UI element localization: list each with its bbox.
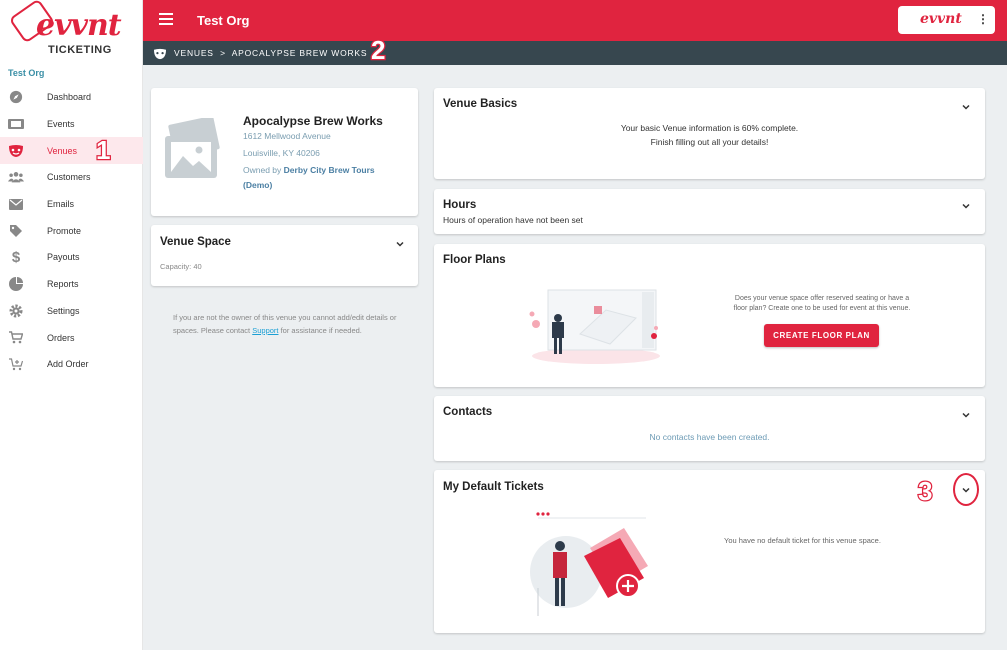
floor-plans-line2: floor plan? Create one to be used for ev… (733, 305, 911, 312)
cart-icon (8, 330, 24, 346)
venue-info-card: Apocalypse Brew Works 1612 Mellwood Aven… (151, 88, 418, 216)
kebab-menu-icon[interactable]: ⋮ (977, 12, 989, 26)
sidebar: evvnt TICKETING Test Org Dashboard Event… (0, 0, 143, 650)
sidebar-item-label: Settings (47, 305, 80, 316)
chevron-down-icon[interactable] (395, 239, 405, 249)
dollar-icon: $ (11, 248, 21, 266)
sidebar-item-label: Add Order (47, 359, 89, 370)
venue-address-line1: 1612 Mellwood Avenue (243, 131, 331, 141)
owner-note-text-end: for assistance if needed. (278, 325, 362, 335)
sidebar-item-promote[interactable]: Promote (0, 217, 143, 244)
sidebar-item-label: Reports (47, 279, 79, 290)
image-placeholder-icon (161, 115, 223, 182)
tag-icon (8, 223, 24, 239)
step-marker-2: 2 (370, 34, 387, 67)
default-tickets-title: My Default Tickets (443, 481, 544, 493)
users-icon (8, 169, 24, 185)
logo-subtitle: TICKETING (48, 44, 112, 56)
default-tickets-card: My Default Tickets 3 You have no default… (434, 470, 985, 633)
sidebar-item-events[interactable]: Events (0, 111, 143, 138)
org-title: Test Org (197, 13, 250, 28)
breadcrumb[interactable]: VENUES > APOCALYPSE BREW WORKS (174, 48, 367, 58)
venue-name: Apocalypse Brew Works (243, 114, 383, 128)
sidebar-item-venues[interactable]: Venues 1 (0, 134, 143, 167)
sidebar-item-add-order[interactable]: Add Order (0, 351, 143, 378)
cart-plus-icon (8, 356, 24, 372)
venue-basics-title: Venue Basics (443, 98, 518, 110)
hours-subtitle: Hours of operation have not been set (443, 215, 583, 225)
floor-plan-illustration (529, 289, 660, 364)
sidebar-item-label: Venues (47, 145, 78, 156)
chevron-down-icon[interactable] (961, 410, 971, 420)
floor-plans-card: Floor Plans Does your venue space offer … (434, 244, 985, 387)
floor-plans-line1: Does your venue space offer reserved sea… (734, 295, 910, 302)
gear-icon (8, 303, 24, 319)
sidebar-item-payouts[interactable]: $ Payouts (0, 244, 143, 271)
sidebar-item-label: Emails (47, 199, 75, 210)
account-menu[interactable]: evvnt ⋮ (898, 6, 995, 34)
hours-title: Hours (443, 199, 477, 211)
owner-note: If you are not the owner of this venue y… (173, 312, 398, 337)
sidebar-item-customers[interactable]: Customers (0, 164, 143, 191)
sidebar-item-label: Dashboard (47, 92, 92, 103)
tickets-illustration (530, 512, 648, 616)
owned-by-prefix: Owned by (243, 165, 284, 175)
logo-text: evvnt (36, 8, 122, 43)
step-marker-1: 1 (95, 134, 112, 167)
ticket-icon (8, 116, 24, 132)
owner-name-suffix[interactable]: (Demo) (243, 180, 272, 190)
envelope-icon (8, 196, 24, 212)
floor-plans-title: Floor Plans (443, 254, 506, 266)
venue-capacity: Capacity: 40 (160, 262, 202, 271)
support-link[interactable]: Support (252, 326, 278, 335)
step-marker-3: 3 (917, 475, 934, 508)
default-tickets-empty-message: You have no default ticket for this venu… (724, 536, 881, 545)
breadcrumb-bar: VENUES > APOCALYPSE BREW WORKS 2 (143, 34, 1007, 66)
compass-icon (8, 89, 24, 105)
venue-basics-card[interactable]: Venue Basics Your basic Venue informatio… (434, 88, 985, 179)
evvnt-logo[interactable]: evvnt TICKETING (8, 0, 136, 60)
contacts-title: Contacts (443, 406, 493, 418)
create-floor-plan-button[interactable]: CREATE FLOOR PLAN (764, 324, 879, 347)
venue-address-line2: Louisville, KY 40206 (243, 148, 320, 158)
pie-chart-icon (8, 276, 24, 292)
venue-space-card[interactable]: Venue Space Capacity: 40 (151, 225, 418, 286)
sidebar-item-label: Events (47, 119, 75, 130)
hours-card[interactable]: Hours Hours of operation have not been s… (434, 189, 985, 234)
sidebar-item-label: Customers (47, 172, 91, 183)
floor-plans-description: Does your venue space offer reserved sea… (712, 294, 932, 314)
chevron-down-icon[interactable] (961, 201, 971, 211)
theater-masks-icon (8, 143, 24, 159)
sidebar-item-orders[interactable]: Orders (0, 324, 143, 351)
sidebar-item-settings[interactable]: Settings (0, 298, 143, 325)
top-bar: Test Org evvnt ⋮ (143, 0, 1007, 41)
owner-name[interactable]: Derby City Brew Tours (284, 165, 375, 175)
venue-space-title: Venue Space (160, 236, 231, 248)
org-label: Test Org (8, 68, 45, 78)
top-logo: evvnt (920, 11, 962, 27)
sidebar-item-label: Promote (47, 225, 82, 236)
sidebar-nav: Dashboard Events Venues 1 Customers Emai… (0, 84, 143, 378)
sidebar-item-reports[interactable]: Reports (0, 271, 143, 298)
basics-status-line1: Your basic Venue information is 60% comp… (620, 123, 799, 133)
sidebar-item-dashboard[interactable]: Dashboard (0, 84, 143, 111)
chevron-down-icon[interactable] (961, 485, 971, 495)
sidebar-item-label: Payouts (47, 252, 80, 263)
theater-masks-icon (153, 47, 167, 60)
venue-owner: Owned by Derby City Brew Tours (243, 165, 375, 175)
sidebar-item-emails[interactable]: Emails (0, 191, 143, 218)
contacts-card[interactable]: Contacts No contacts have been created. (434, 396, 985, 461)
hamburger-menu-icon[interactable] (159, 13, 173, 25)
sidebar-item-label: Orders (47, 332, 75, 343)
contacts-empty-message: No contacts have been created. (649, 432, 770, 442)
basics-status-line2: Finish filling out all your details! (650, 137, 769, 147)
chevron-down-icon[interactable] (961, 102, 971, 112)
